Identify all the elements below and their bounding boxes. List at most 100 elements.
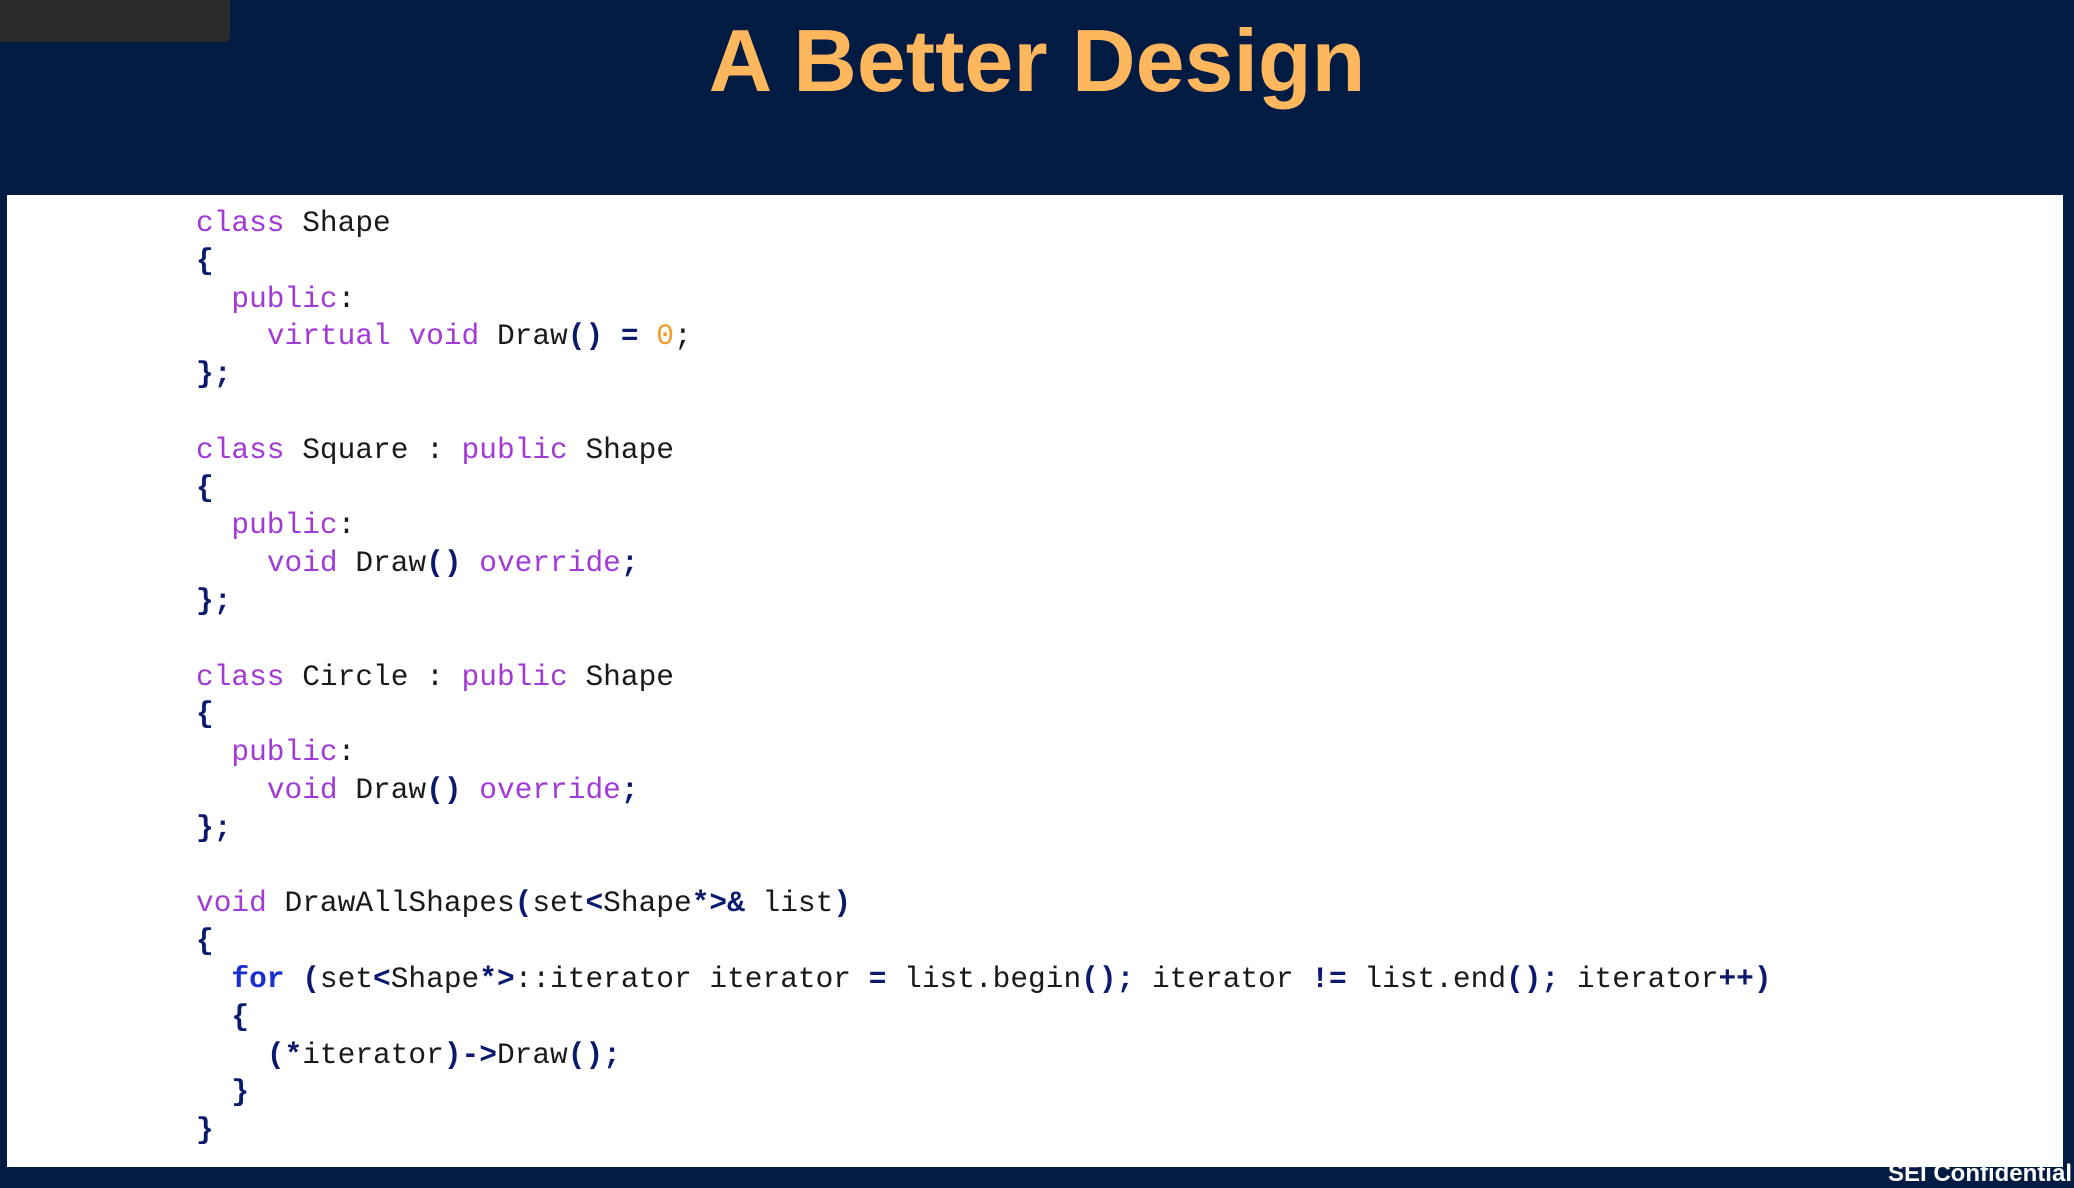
code-token: iterator bbox=[1559, 961, 1719, 996]
code-line: void DrawAllShapes(set<Shape*>& list) bbox=[196, 885, 1772, 923]
code-token: ; bbox=[673, 319, 692, 354]
code-token: }; bbox=[196, 810, 232, 845]
code-line: }; bbox=[196, 583, 1772, 621]
code-token: (); bbox=[1506, 961, 1560, 996]
code-token: }; bbox=[196, 357, 232, 392]
code-line: { bbox=[196, 999, 1772, 1037]
code-line: { bbox=[196, 923, 1772, 961]
code-token: public bbox=[461, 659, 568, 694]
code-token: : bbox=[337, 281, 356, 316]
code-line: { bbox=[196, 470, 1772, 508]
code-token: void bbox=[196, 886, 267, 921]
code-token: (); bbox=[567, 1037, 621, 1072]
code-token: != bbox=[1311, 961, 1347, 996]
code-token: Shape bbox=[390, 961, 480, 996]
code-token: DrawAllShapes bbox=[266, 886, 515, 921]
code-token: for bbox=[231, 961, 285, 996]
code-line: }; bbox=[196, 810, 1772, 848]
code-line: } bbox=[196, 1074, 1772, 1112]
code-token: list.end bbox=[1346, 961, 1507, 996]
code-token: Draw bbox=[496, 1037, 568, 1072]
code-line: (*iterator)->Draw(); bbox=[196, 1037, 1772, 1075]
code-token: Circle : bbox=[284, 659, 462, 694]
code-token: set bbox=[319, 961, 374, 996]
code-token: class bbox=[196, 659, 285, 694]
code-token: { bbox=[196, 470, 214, 505]
code-token: { bbox=[196, 924, 214, 959]
code-token: Shape bbox=[567, 432, 674, 467]
code-token: iterator bbox=[1134, 961, 1312, 996]
code-token: 0 bbox=[656, 319, 674, 354]
code-token: void bbox=[266, 772, 338, 807]
code-token: public bbox=[231, 508, 338, 543]
code-token: public bbox=[231, 735, 338, 770]
code-token: ( bbox=[514, 886, 533, 921]
code-token: ::iterator iterator bbox=[514, 961, 869, 996]
code-line: class Shape bbox=[196, 205, 1772, 243]
code-line: }; bbox=[196, 356, 1772, 394]
code-token: void bbox=[408, 319, 480, 354]
code-panel: class Shape{ public: virtual void Draw()… bbox=[7, 195, 2063, 1167]
code-token: < bbox=[585, 886, 604, 921]
code-token: Shape bbox=[567, 659, 674, 694]
code-token: () bbox=[426, 772, 462, 807]
footer-label: SEI Confidential bbox=[1887, 1160, 2072, 1187]
code-token: () bbox=[567, 319, 604, 354]
code-token: )-> bbox=[443, 1037, 497, 1072]
code-line: public: bbox=[196, 734, 1772, 772]
code-token: } bbox=[231, 1075, 250, 1110]
code-token: *> bbox=[479, 961, 515, 996]
code-token: ; bbox=[620, 546, 639, 581]
code-token: } bbox=[196, 1113, 214, 1148]
code-token: : bbox=[337, 508, 356, 543]
code-token: () bbox=[426, 546, 462, 581]
code-token: Draw bbox=[337, 772, 427, 807]
code-line: class Circle : public Shape bbox=[196, 659, 1772, 697]
code-token: *>& bbox=[691, 886, 745, 921]
code-token: Shape bbox=[603, 886, 692, 921]
code-token: list.begin bbox=[886, 961, 1082, 996]
code-token: (* bbox=[266, 1037, 303, 1072]
code-line: void Draw() override; bbox=[196, 545, 1772, 583]
code-token: ++) bbox=[1718, 961, 1772, 996]
code-token: Shape bbox=[284, 206, 391, 240]
code-line: virtual void Draw() = 0; bbox=[196, 318, 1772, 356]
code-token: { bbox=[196, 243, 214, 278]
code-token: list bbox=[744, 886, 834, 921]
slide-title: A Better Design bbox=[708, 11, 1366, 110]
code-token: override bbox=[479, 772, 621, 807]
code-token: public bbox=[231, 281, 338, 316]
code-token: public bbox=[461, 432, 568, 467]
code-line: public: bbox=[196, 281, 1772, 319]
code-line: } bbox=[196, 1112, 1772, 1150]
code-token: iterator bbox=[302, 1037, 444, 1072]
code-block: class Shape{ public: virtual void Draw()… bbox=[196, 205, 1772, 1150]
code-token: set bbox=[532, 886, 586, 921]
code-line: { bbox=[196, 696, 1772, 734]
code-line: public: bbox=[196, 507, 1772, 545]
code-token: override bbox=[479, 546, 621, 581]
code-token: { bbox=[196, 697, 214, 732]
code-token: : bbox=[337, 735, 356, 770]
code-line: class Square : public Shape bbox=[196, 432, 1772, 470]
code-token: class bbox=[196, 432, 285, 467]
code-token: ( bbox=[302, 961, 320, 996]
code-line: void Draw() override; bbox=[196, 772, 1772, 810]
code-token: < bbox=[373, 961, 391, 996]
code-token: { bbox=[231, 999, 250, 1034]
